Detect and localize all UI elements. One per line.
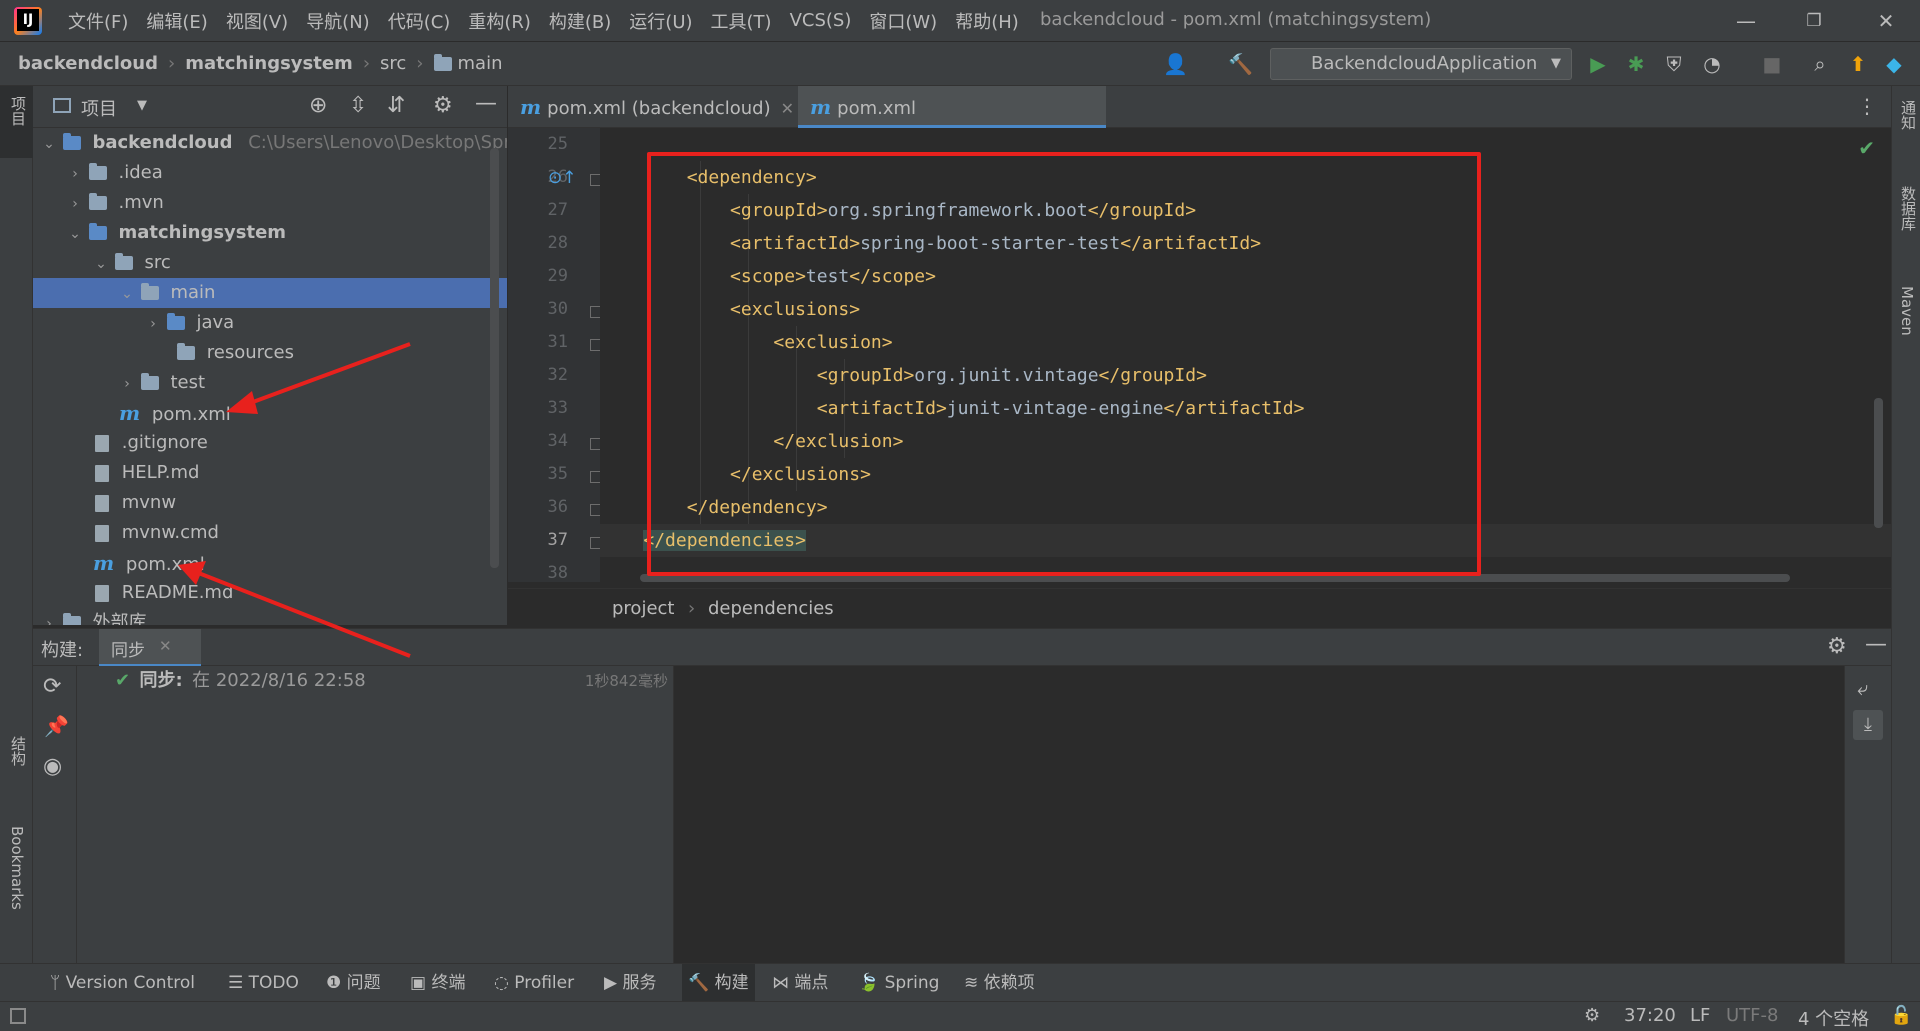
annotation-arrows [178, 342, 411, 658]
annotation-arrow-top [226, 342, 411, 414]
annotation-arrow-bottom [178, 561, 411, 658]
